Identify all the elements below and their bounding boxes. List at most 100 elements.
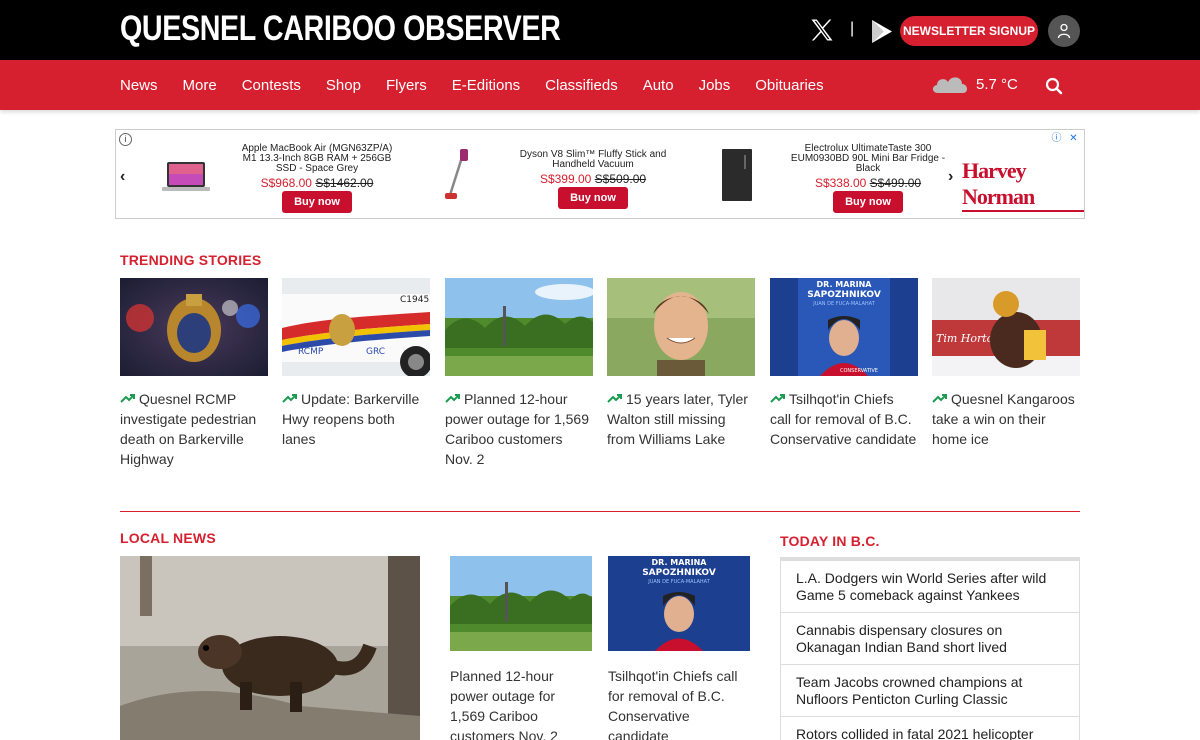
play-store-icon[interactable] xyxy=(870,18,894,45)
trending-headline[interactable]: Quesnel Kangaroos take a win on their ho… xyxy=(932,391,1075,447)
poster-name-text: SAPOZHNIKOV xyxy=(807,290,881,300)
trending-arrow-icon xyxy=(282,394,297,403)
local-news-card[interactable]: DR. MARINA SAPOZHNIKOV JUAN DE FUCA-MALA… xyxy=(608,556,750,740)
nav-item-jobs[interactable]: Jobs xyxy=(699,77,731,94)
ad-next-arrow[interactable]: › xyxy=(948,168,953,186)
ad-product-1[interactable]: Apple MacBook Air (MGN63ZP/A) M1 13.3-In… xyxy=(238,144,396,213)
trending-headline[interactable]: Planned 12-hour power outage for 1,569 C… xyxy=(445,391,589,467)
trending-image-hockey-goalie: Tim Hortons xyxy=(932,278,1080,376)
nav-item-classifieds[interactable]: Classifieds xyxy=(545,77,618,94)
ad-product-1-name: Apple MacBook Air (MGN63ZP/A) M1 13.3-In… xyxy=(241,143,393,174)
today-bc-item[interactable]: Team Jacobs crowned champions at Nufloor… xyxy=(781,665,1079,717)
ad-product-3-old-price: S$499.00 xyxy=(869,176,922,190)
trending-headline[interactable]: Tsilhqot'in Chiefs call for removal of B… xyxy=(770,391,916,447)
section-divider xyxy=(120,511,1080,512)
ad-info-icon[interactable]: i xyxy=(119,133,132,146)
account-button[interactable] xyxy=(1048,15,1080,47)
search-icon[interactable] xyxy=(1045,77,1063,95)
ad-product-3-buy-button[interactable]: Buy now xyxy=(833,191,903,213)
trending-card[interactable]: Tim Hortons Quesnel Kangaroos take a win… xyxy=(932,278,1080,449)
trending-image-power-lines xyxy=(445,278,595,376)
nav-item-obituaries[interactable]: Obituaries xyxy=(755,77,823,94)
poster-name-text: SAPOZHNIKOV xyxy=(642,568,716,578)
trending-headline[interactable]: Update: Barkerville Hwy reopens both lan… xyxy=(282,391,419,447)
ad-product-3-name: Electrolux UltimateTaste 300 EUM0930BD 9… xyxy=(790,143,946,174)
today-bc-list: L.A. Dodgers win World Series after wild… xyxy=(780,557,1080,740)
laptop-image xyxy=(162,162,210,191)
main-nav: News More Contests Shop Flyers E-Edition… xyxy=(0,60,1200,110)
ad-product-2[interactable]: Dyson V8 Slim™ Fluffy Stick and Handheld… xyxy=(514,150,672,209)
local-headline[interactable]: Tsilhqot'in Chiefs call for removal of B… xyxy=(608,666,750,740)
today-bc-title: TODAY IN B.C. xyxy=(780,533,880,549)
trending-image-rcmp-badge xyxy=(120,278,268,376)
site-logo[interactable]: QUESNEL CARIBOO OBSERVER xyxy=(120,9,561,49)
nav-item-shop[interactable]: Shop xyxy=(326,77,361,94)
user-icon xyxy=(1057,23,1071,39)
nav-item-news[interactable]: News xyxy=(120,77,158,94)
ad-product-1-price: S$968.00 xyxy=(260,176,312,190)
header-separator: | xyxy=(850,20,855,37)
trending-headline[interactable]: 15 years later, Tyler Walton still missi… xyxy=(607,391,748,447)
harvey-norman-logo[interactable]: Harvey Norman xyxy=(962,158,1084,212)
trending-image-candidate-poster: DR. MARINA SAPOZHNIKOV JUAN DE FUCA-MALA… xyxy=(770,278,918,376)
ad-product-2-price: S$399.00 xyxy=(539,172,592,186)
close-icon[interactable]: ✕ xyxy=(1067,132,1080,145)
trending-headline[interactable]: Quesnel RCMP investigate pedestrian deat… xyxy=(120,391,256,467)
ad-product-3[interactable]: Electrolux UltimateTaste 300 EUM0930BD 9… xyxy=(788,144,948,213)
ad-banner[interactable]: i ⓘ ✕ ‹ › Apple MacBook Air (MGN63ZP/A) … xyxy=(115,129,1085,219)
nav-item-flyers[interactable]: Flyers xyxy=(386,77,427,94)
local-news-card[interactable]: Planned 12-hour power outage for 1,569 C… xyxy=(450,556,592,740)
weather-widget[interactable]: 5.7 °C xyxy=(930,73,1018,95)
top-bar: QUESNEL CARIBOO OBSERVER | NEWSLETTER SI… xyxy=(0,0,1200,60)
local-image-power-lines xyxy=(450,556,592,651)
trending-image-police-car: C19453 RCMP GRC xyxy=(282,278,435,378)
trending-card[interactable]: Planned 12-hour power outage for 1,569 C… xyxy=(445,278,595,469)
adchoices-icon[interactable]: ⓘ xyxy=(1050,132,1063,145)
trending-card[interactable]: 15 years later, Tyler Walton still missi… xyxy=(607,278,755,449)
nav-item-contests[interactable]: Contests xyxy=(242,77,301,94)
nav-item-more[interactable]: More xyxy=(183,77,217,94)
local-headline[interactable]: Planned 12-hour power outage for 1,569 C… xyxy=(450,666,592,740)
ad-product-1-old-price: S$1462.00 xyxy=(315,176,374,190)
ad-product-1-buy-button[interactable]: Buy now xyxy=(282,191,352,213)
weather-temperature: 5.7 °C xyxy=(976,75,1018,93)
local-image-candidate-poster: DR. MARINA SAPOZHNIKOV JUAN DE FUCA-MALA… xyxy=(608,556,750,651)
vacuum-image xyxy=(445,149,468,199)
poster-dr-text: DR. MARINA xyxy=(652,558,708,567)
poster-riding-text: JUAN DE FUCA-MALAHAT xyxy=(812,301,875,307)
poster-dr-text: DR. MARINA xyxy=(817,280,873,289)
ad-product-2-old-price: S$509.00 xyxy=(594,172,647,186)
cloud-icon xyxy=(932,77,968,93)
trending-card[interactable]: Quesnel RCMP investigate pedestrian deat… xyxy=(120,278,268,469)
today-bc-item[interactable]: L.A. Dodgers win World Series after wild… xyxy=(781,561,1079,613)
local-news-title: LOCAL NEWS xyxy=(120,530,216,546)
car-grc-text: GRC xyxy=(366,347,385,357)
newsletter-signup-button[interactable]: NEWSLETTER SIGNUP xyxy=(900,16,1038,46)
today-bc-item[interactable]: Cannabis dispensary closures on Okanagan… xyxy=(781,613,1079,665)
local-feature-image-marten[interactable] xyxy=(120,556,420,740)
trending-arrow-icon xyxy=(120,394,135,403)
nav-menu: News More Contests Shop Flyers E-Edition… xyxy=(120,60,849,110)
trending-arrow-icon xyxy=(445,394,460,403)
fridge-image xyxy=(722,149,752,201)
trending-arrow-icon xyxy=(770,394,785,403)
ad-product-2-buy-button[interactable]: Buy now xyxy=(558,187,628,209)
today-bc-item[interactable]: Rotors collided in fatal 2021 helicopter xyxy=(781,717,1079,740)
x-icon[interactable] xyxy=(808,16,836,44)
nav-item-e-editions[interactable]: E-Editions xyxy=(452,77,520,94)
ad-product-2-name: Dyson V8 Slim™ Fluffy Stick and Handheld… xyxy=(519,149,667,170)
poster-party-text: CONSERVATIVE xyxy=(840,368,878,374)
ad-controls: ⓘ ✕ xyxy=(1050,132,1080,145)
car-rcmp-text: RCMP xyxy=(298,347,324,357)
trending-arrow-icon xyxy=(607,394,622,403)
trending-card[interactable]: C19453 RCMP GRC Update: Barkerville Hwy … xyxy=(282,278,435,449)
ad-product-3-price: S$338.00 xyxy=(814,176,867,190)
ad-prev-arrow[interactable]: ‹ xyxy=(120,168,125,186)
trending-title: TRENDING STORIES xyxy=(120,252,262,268)
trending-card[interactable]: DR. MARINA SAPOZHNIKOV JUAN DE FUCA-MALA… xyxy=(770,278,918,449)
car-id-text: C19453 xyxy=(400,295,430,305)
nav-item-auto[interactable]: Auto xyxy=(643,77,674,94)
poster-riding-text: JUAN DE FUCA-MALAHAT xyxy=(647,579,710,585)
trending-image-portrait xyxy=(607,278,755,376)
trending-arrow-icon xyxy=(932,394,947,403)
